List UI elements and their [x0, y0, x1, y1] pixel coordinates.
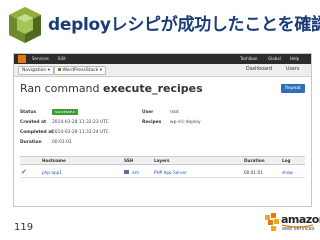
table-row: ✔ php-app1 ssh PHP App Server 00:01:01 s…	[20, 168, 305, 178]
hostname-link[interactable]: php-app1	[42, 170, 62, 175]
user-label: User	[142, 110, 154, 115]
layer-link[interactable]: PHP App Server	[154, 170, 187, 175]
slide-title: deployレシピが成功したことを確認	[48, 15, 320, 35]
created-value: 2014-03-28 11:32:23 UTC	[52, 120, 109, 125]
help-menu[interactable]: Help	[290, 56, 299, 61]
recipes-value: wp-cli::deploy	[170, 120, 201, 125]
duration-value: 00:01:01	[52, 140, 72, 145]
navigation-label: Navigation	[22, 68, 47, 73]
amazon-subtitle: web services	[282, 226, 315, 232]
stack-label: WordPressStack	[62, 68, 99, 73]
opsworks-nav-bar: Navigation ▾ WordPressStack ▾ Dashboard …	[14, 64, 311, 77]
aws-cube-icon	[18, 55, 26, 63]
page-title-command: execute_recipes	[103, 82, 203, 95]
status-label: Status	[20, 110, 37, 115]
aws-boxes-icon	[265, 213, 279, 231]
page-title: Ran command execute_recipes	[20, 82, 203, 95]
region-menu[interactable]: Global	[268, 56, 281, 61]
log-column-header: Log	[282, 158, 291, 163]
users-link[interactable]: Users	[286, 67, 299, 72]
ssh-icon	[124, 170, 129, 174]
repeat-button[interactable]: Repeat	[281, 84, 305, 93]
slide-header: deployレシピが成功したことを確認	[0, 0, 320, 48]
stack-dropdown[interactable]: WordPressStack ▾	[54, 66, 107, 75]
amazon-web-services-logo: amazon web services	[263, 209, 320, 237]
opsworks-console-screenshot: Services Edit Toshiban Global Help Navig…	[13, 53, 312, 207]
edit-menu[interactable]: Edit	[58, 56, 66, 61]
page-title-prefix: Ran command	[20, 82, 100, 95]
opsworks-cube-logo	[9, 7, 41, 43]
created-label: Created at	[20, 120, 47, 125]
navigation-dropdown[interactable]: Navigation ▾	[18, 66, 54, 75]
recipes-label: Recipes	[142, 120, 162, 125]
duration-column-header[interactable]: Duration	[244, 158, 265, 163]
user-menu[interactable]: Toshiban	[240, 56, 257, 61]
completed-value: 2014-03-28 11:33:24 UTC	[52, 130, 109, 135]
completed-label: Completed at	[20, 130, 54, 135]
services-menu[interactable]: Services	[32, 56, 49, 61]
duration-label: Duration	[20, 140, 42, 145]
layers-column-header[interactable]: Layers	[154, 158, 170, 163]
hostname-column-header[interactable]: Hostname	[42, 158, 66, 163]
stack-icon	[58, 68, 61, 71]
dashboard-link[interactable]: Dashboard	[246, 67, 272, 72]
success-check-icon: ✔	[21, 168, 27, 176]
ssh-link[interactable]: ssh	[132, 170, 139, 175]
user-value: root	[170, 110, 179, 115]
chevron-down-icon: ▾	[47, 68, 50, 73]
status-badge: successful	[52, 109, 78, 115]
log-show-link[interactable]: show	[282, 170, 293, 175]
row-duration: 00:01:01	[244, 170, 263, 175]
chevron-down-icon: ▾	[99, 68, 103, 73]
ssh-column-header: SSH	[124, 158, 134, 163]
aws-top-bar: Services Edit Toshiban Global Help	[14, 54, 311, 64]
instances-table-header: Hostname SSH Layers Duration Log	[20, 156, 305, 165]
page-number: 119	[14, 222, 34, 233]
